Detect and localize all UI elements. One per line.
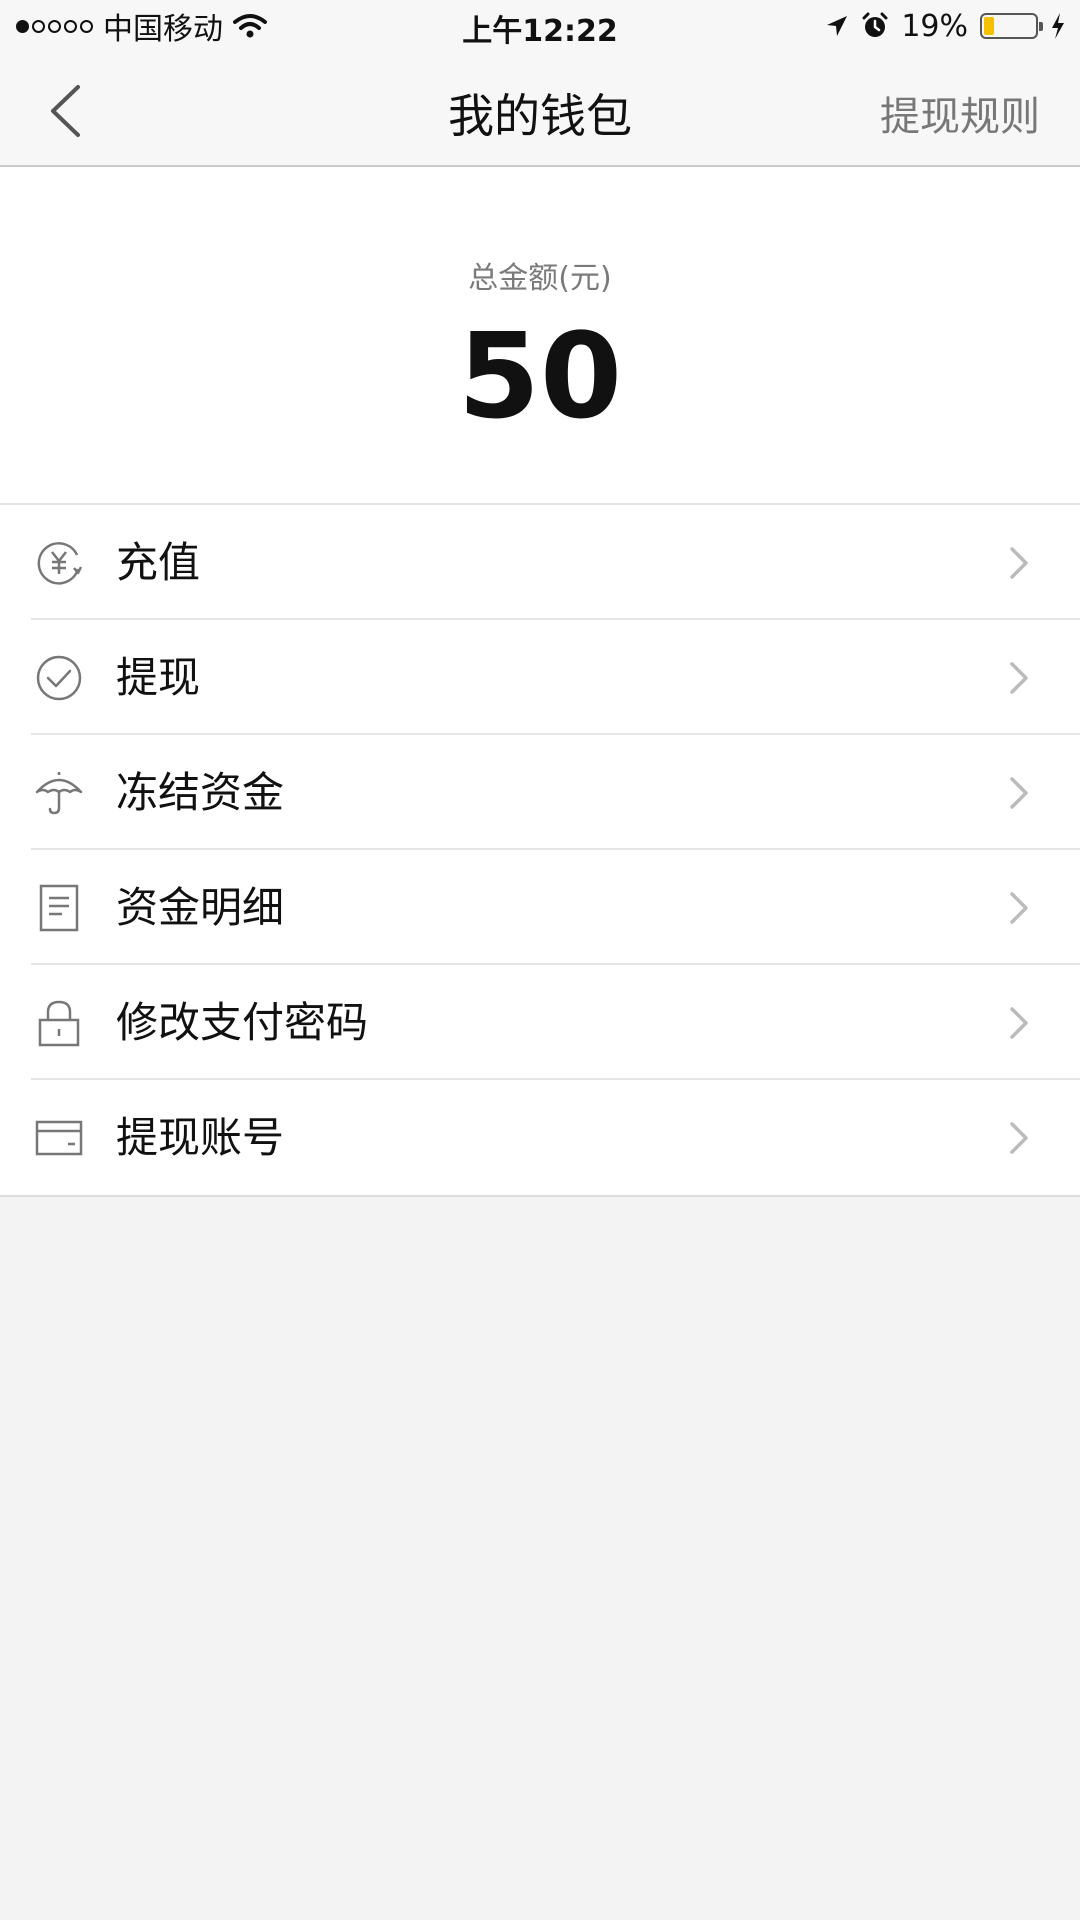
- balance-amount: 50: [457, 307, 623, 445]
- menu-item-label: 提现: [116, 653, 201, 702]
- menu-item-label: 资金明细: [116, 883, 285, 932]
- balance-label: 总金额(元): [468, 261, 612, 296]
- menu-item-withdraw[interactable]: 提现: [0, 620, 1080, 735]
- lock-icon: [38, 1000, 80, 1047]
- menu-item-fund-details[interactable]: 资金明细: [0, 850, 1080, 965]
- chevron-right-icon: [1010, 547, 1028, 579]
- menu-item-label: 充值: [116, 538, 201, 587]
- charging-bolt-icon: [1052, 13, 1064, 39]
- menu-item-label: 提现账号: [116, 1113, 285, 1162]
- menu-item-label: 修改支付密码: [116, 998, 369, 1047]
- yuan-coin-icon: [37, 542, 83, 585]
- navigation-bar: 我的钱包 提现规则: [0, 54, 1080, 167]
- card-icon: [35, 1120, 83, 1156]
- chevron-right-icon: [1010, 892, 1028, 924]
- battery-icon: [980, 13, 1043, 39]
- chevron-right-icon: [1010, 777, 1028, 809]
- balance-panel: 总金额(元) 50: [0, 167, 1080, 505]
- menu-item-frozen-funds[interactable]: 冻结资金: [0, 735, 1080, 850]
- status-bar: 中国移动 上午12:22 19%: [0, 0, 1080, 54]
- chevron-right-icon: [1010, 1122, 1028, 1154]
- document-list-icon: [39, 884, 79, 932]
- status-right: 19%: [825, 6, 1066, 46]
- chevron-right-icon: [1010, 662, 1028, 694]
- chevron-right-icon: [1010, 1007, 1028, 1039]
- battery-percent: 19%: [901, 8, 968, 44]
- menu-item-recharge[interactable]: 充值: [0, 505, 1080, 620]
- wallet-menu: 充值 提现 冻结资金 资金明细 修改支付密码 提现账号: [0, 505, 1080, 1197]
- alarm-clock-icon: [862, 12, 888, 37]
- check-circle-icon: [36, 655, 82, 701]
- menu-item-change-pay-password[interactable]: 修改支付密码: [0, 965, 1080, 1080]
- umbrella-icon: [35, 772, 83, 815]
- withdraw-rules-button[interactable]: 提现规则: [880, 84, 1040, 142]
- menu-item-label: 冻结资金: [116, 768, 285, 817]
- location-arrow-icon: [827, 16, 848, 36]
- battery-fill: [984, 17, 994, 35]
- menu-item-withdraw-account[interactable]: 提现账号: [0, 1080, 1080, 1195]
